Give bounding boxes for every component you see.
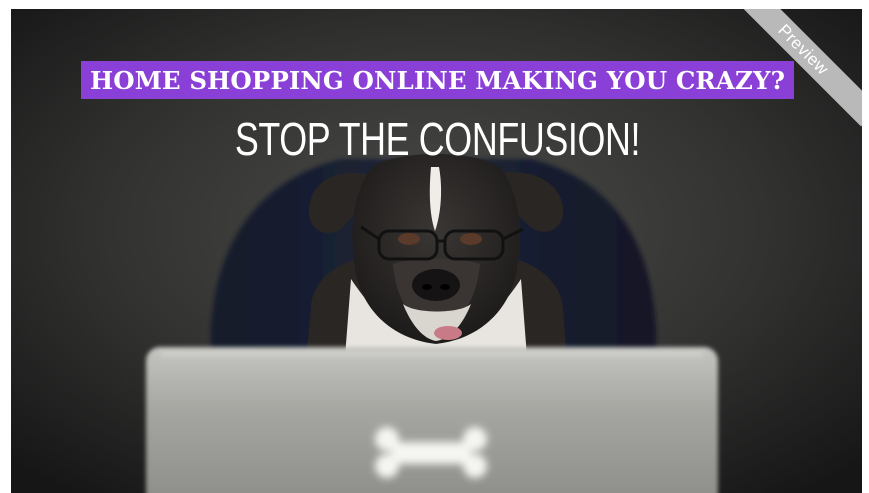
dog-eye-left bbox=[398, 233, 420, 245]
headline-text: HOME SHOPPING ONLINE MAKING YOU CRAZY? bbox=[90, 65, 786, 95]
headline-banner: HOME SHOPPING ONLINE MAKING YOU CRAZY? bbox=[81, 61, 795, 99]
laptop bbox=[146, 347, 718, 493]
subheadline-text: STOP THE CONFUSION! bbox=[234, 113, 641, 165]
dog-nose bbox=[412, 269, 460, 301]
dog-eye-right bbox=[460, 233, 482, 245]
hero-banner: HOME SHOPPING ONLINE MAKING YOU CRAZY? S… bbox=[11, 9, 862, 493]
dog-tongue bbox=[434, 326, 462, 340]
